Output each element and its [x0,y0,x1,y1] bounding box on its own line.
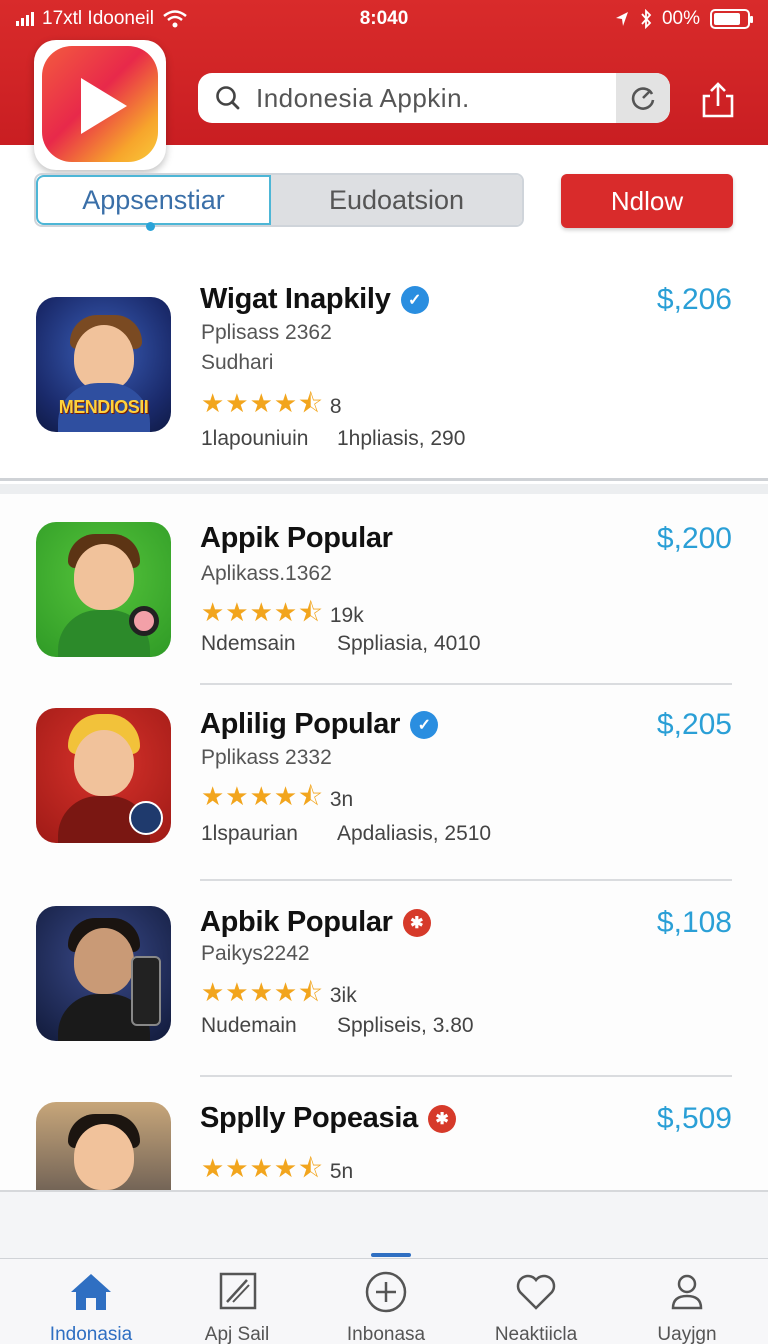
location-icon [615,12,628,26]
game-badge-icon [129,801,163,835]
app-subtitle: Pplikass 2332 [201,746,332,769]
nav-item-apps[interactable]: Apj Sail [162,1268,312,1344]
app-category: 1lapouniuin [201,427,309,450]
share-icon [702,82,734,118]
app-price[interactable]: $,200 [657,522,732,556]
app-thumbnail [36,708,171,843]
status-bar: 17xtl Idooneil 8:040 00% [0,6,768,34]
now-button[interactable]: Ndlow [561,174,733,228]
row-divider [200,1075,732,1077]
app-category: Ndemsain [201,632,296,655]
app-title: Apbik Popular [200,906,393,938]
battery-icon [710,9,753,29]
app-price[interactable]: $,205 [657,708,732,742]
nav-label: Uayjgn [657,1324,717,1344]
featured-card: MENDIOSII Wigat Inapkily ✓ Pplisass 2362… [0,245,768,481]
section-separator [0,484,768,494]
app-logo [34,40,166,170]
app-subtitle: Aplikass.1362 [201,562,332,585]
app-title: Spplly Popeasia [200,1102,418,1134]
search-bar[interactable]: Indonesia Appkin. [198,73,670,123]
nav-item-home[interactable]: Indonasia [16,1268,166,1344]
home-icon [67,1268,115,1316]
battery-percent: 00% [661,8,700,29]
star-badge-icon: ✱ [427,1104,456,1133]
rating-count: 8 [329,395,342,418]
nav-item-profile[interactable]: Uayjgn [612,1268,762,1344]
app-thumbnail [36,522,171,657]
apps-icon [213,1268,261,1316]
plus-circle-icon [362,1268,410,1316]
app-meta: Sppliseis, 3.80 [337,1014,474,1037]
play-icon [81,78,127,134]
refresh-icon [631,87,655,110]
app-category: 1lspaurian [201,822,298,845]
list-fade [0,1190,768,1258]
popular-list: Appik Popular Aplikass.1362 ★★★★⯪ 19k Nde… [0,494,768,1237]
verified-icon: ✓ [400,285,429,314]
rating-count: 19k [329,604,364,627]
rating-stars: ★★★★⯪ 8 [201,388,342,418]
nav-item-add[interactable]: Inbonasa [311,1268,461,1344]
app-title: Wigat Inapkily [200,283,391,315]
app-price[interactable]: $,206 [657,283,732,317]
tab-eudoatsion[interactable]: Eudoatsion [271,175,522,225]
row-divider [200,879,732,881]
app-price[interactable]: $,509 [657,1102,732,1136]
verified-icon: ✓ [410,710,439,739]
segmented-control: Appsenstiar Eudoatsion [34,173,524,227]
nav-label: Apj Sail [204,1324,270,1344]
rating-count: 5n [329,1160,354,1183]
row-divider [200,683,732,685]
app-title: Appik Popular [200,522,393,554]
rating-stars: ★★★★⯪ 3n [201,781,354,811]
nav-label: Neaktiicla [494,1324,578,1344]
app-subtitle: Paikys2242 [201,942,310,965]
app-category: Nudemain [201,1014,297,1037]
search-input[interactable]: Indonesia Appkin. [256,83,616,114]
app-thumbnail [36,906,171,1041]
app-title: Aplilig Popular [200,708,401,740]
profile-icon [663,1268,711,1316]
app-thumbnail: MENDIOSII [36,297,171,432]
share-button[interactable] [696,78,740,122]
app-price[interactable]: $,108 [657,906,732,940]
rating-stars: ★★★★⯪ 3ik [201,977,357,1007]
app-meta: Sppliasia, 4010 [337,632,481,655]
app-subtitle: Pplisass 2362 [201,321,332,344]
nav-indicator [371,1253,411,1257]
rating-stars: ★★★★⯪ 5n [201,1153,354,1183]
star-badge-icon: ✱ [402,908,431,937]
tab-indicator [146,222,155,231]
app-meta: 1hpliasis, 290 [337,427,466,450]
nav-item-favorites[interactable]: Neaktiicla [461,1268,611,1344]
search-icon [198,73,256,123]
refresh-button[interactable] [616,73,670,123]
heart-icon [512,1268,560,1316]
rating-count: 3ik [329,984,357,1007]
bluetooth-icon [641,9,652,29]
app-developer: Sudhari [201,351,274,374]
rating-count: 3n [329,788,354,811]
app-meta: Apdaliasis, 2510 [337,822,492,845]
nav-label: Indonasia [49,1324,133,1344]
thumbnail-logo-text: MENDIOSII [58,397,149,417]
battery-level [714,13,740,25]
tab-appsenstiar[interactable]: Appsenstiar [36,175,271,225]
nav-label: Inbonasa [346,1324,426,1344]
